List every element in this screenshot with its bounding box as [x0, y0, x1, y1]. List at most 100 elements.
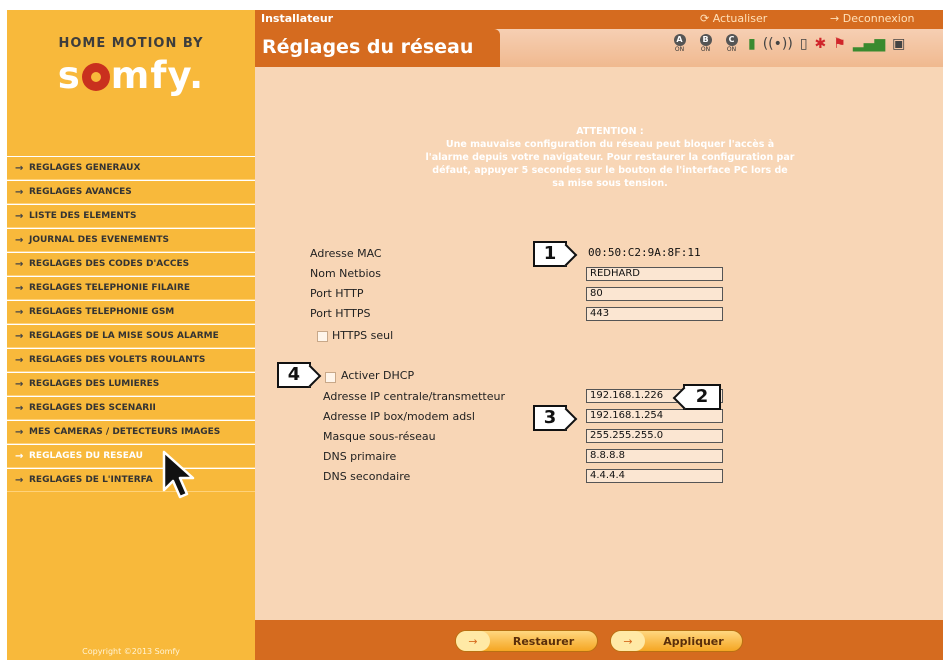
somfy-logo: s mfy. [57, 54, 205, 97]
sidebar-item-label: REGLAGES DES SCENARII [29, 403, 156, 413]
sidebar-item[interactable]: → REGLAGES DES VOLETS ROULANTS [7, 348, 255, 372]
main-content: ATTENTION : Une mauvaise configuration d… [255, 67, 943, 620]
refresh-icon: ⟳ [700, 12, 713, 25]
sidebar-item[interactable]: → REGLAGES TELEPHONIE GSM [7, 300, 255, 324]
callout-1: 1 [533, 241, 567, 267]
https-only-checkbox[interactable] [317, 331, 328, 342]
callout-4: 4 [277, 362, 311, 388]
mac-value: 00:50:C2:9A:8F:11 [588, 246, 701, 259]
sidebar-item[interactable]: → MES CAMERAS / DETECTEURS IMAGES [7, 420, 255, 444]
sidebar-item[interactable]: → REGLAGES DU RESEAU [7, 444, 255, 468]
apply-button[interactable]: → Appliquer [610, 630, 743, 652]
sidebar-item[interactable]: → REGLAGES TELEPHONIE FILAIRE [7, 276, 255, 300]
arrow-right-icon: → [15, 258, 24, 270]
dns-primary-label: DNS primaire [323, 450, 397, 463]
copyright-text: Copyright ©2013 Somfy [82, 647, 180, 656]
page-header: Réglages du réseau A ON B ON C ON ▮ ((•)) ▯… [255, 29, 943, 67]
ip-box-label: Adresse IP box/modem adsl [323, 410, 475, 423]
warning-title: ATTENTION : [576, 126, 644, 137]
sidebar-item[interactable]: → REGLAGES DES SCENARII [7, 396, 255, 420]
dns-secondary-field[interactable]: 4.4.4.4 [586, 469, 723, 483]
zone-a-state: ON [674, 46, 685, 53]
restore-button[interactable]: → Restaurer [455, 630, 598, 652]
dhcp-checkbox[interactable] [325, 372, 336, 383]
arrow-right-icon: → [15, 234, 24, 246]
callout-3: 3 [533, 405, 567, 431]
mouse-cursor-icon [162, 450, 195, 499]
arrow-right-icon: → [15, 330, 24, 342]
logout-label: Deconnexion [842, 12, 915, 25]
arrow-right-icon: → [15, 306, 24, 318]
sidebar-item[interactable]: → REGLAGES DES LUMIERES [7, 372, 255, 396]
warning-box: ATTENTION : Une mauvaise configuration d… [425, 125, 795, 190]
arrow-right-icon: → [830, 12, 843, 25]
sidebar-item-label: REGLAGES AVANCES [29, 187, 132, 197]
sidebar-item[interactable]: → REGLAGES AVANCES [7, 180, 255, 204]
sidebar-item[interactable]: → LISTE DES ELEMENTS [7, 204, 255, 228]
user-role: Installateur [261, 12, 334, 25]
dns-primary-field[interactable]: 8.8.8.8 [586, 449, 723, 463]
sidebar-item[interactable]: → REGLAGES GENERAUX [7, 156, 255, 180]
sidebar: HOME MOTION BY s mfy. → REGLAGES GENERAUX →… [7, 10, 255, 660]
sidebar-item-label: REGLAGES DE LA MISE SOUS ALARME [29, 331, 219, 341]
warning-text: Une mauvaise configuration du réseau peu… [425, 139, 795, 189]
sidebar-item-label: JOURNAL DES EVENEMENTS [29, 235, 170, 245]
zone-c-icon: C [725, 34, 738, 46]
netbios-field[interactable]: REDHARD [586, 267, 723, 281]
arrow-right-icon: → [611, 631, 645, 651]
page-title: Réglages du réseau [255, 29, 500, 67]
sidebar-item-label: REGLAGES DU RESEAU [29, 451, 143, 461]
https-port-field[interactable]: 443 [586, 307, 723, 321]
arrow-right-icon: → [15, 354, 24, 366]
https-only-label: HTTPS seul [332, 329, 394, 342]
sidebar-item[interactable]: → REGLAGES DES CODES D'ACCES [7, 252, 255, 276]
refresh-label: Actualiser [712, 12, 768, 25]
arrow-right-icon: → [15, 186, 24, 198]
zone-b-icon: B [699, 34, 712, 46]
sidebar-item-label: REGLAGES DES CODES D'ACCES [29, 259, 190, 269]
restore-label: Restaurer [512, 634, 575, 648]
https-port-label: Port HTTPS [310, 307, 371, 320]
dhcp-label: Activer DHCP [341, 369, 415, 382]
sidebar-item[interactable]: → REGLAGES DE LA MISE SOUS ALARME [7, 324, 255, 348]
sidebar-item-label: REGLAGES DE L'INTERFA [29, 475, 153, 485]
door-icon: ▯ [799, 35, 808, 52]
arrow-right-icon: → [15, 402, 24, 414]
sidebar-item-label: MES CAMERAS / DETECTEURS IMAGES [29, 427, 221, 437]
sidebar-item[interactable]: → JOURNAL DES EVENEMENTS [7, 228, 255, 252]
refresh-link[interactable]: ⟳ Actualiser [700, 12, 767, 25]
arrow-right-icon: → [15, 474, 24, 486]
mac-label: Adresse MAC [310, 247, 382, 260]
sidebar-item-label: LISTE DES ELEMENTS [29, 211, 137, 221]
sidebar-item-label: REGLAGES TELEPHONIE FILAIRE [29, 283, 191, 293]
logout-link[interactable]: → Deconnexion [830, 12, 915, 25]
top-bar: Installateur ⟳ Actualiser → Deconnexion [255, 10, 943, 29]
radio-signal-icon: ((•)) [762, 35, 793, 52]
zone-b-status: B ON [696, 34, 715, 53]
arrow-right-icon: → [15, 282, 24, 294]
sidebar-item[interactable]: → REGLAGES DE L'INTERFA [7, 468, 255, 492]
sidebar-menu: → REGLAGES GENERAUX → REGLAGES AVANCES → LIST… [7, 156, 255, 492]
netbios-label: Nom Netbios [310, 267, 381, 280]
zone-a-status: A ON [670, 34, 689, 53]
subnet-mask-label: Masque sous-réseau [323, 430, 436, 443]
ip-central-label: Adresse IP centrale/transmetteur [323, 390, 506, 403]
http-port-field[interactable]: 80 [586, 287, 723, 301]
ip-box-field[interactable]: 192.168.1.254 [586, 409, 723, 423]
phone-icon: ▣ [892, 35, 906, 52]
arrow-right-icon: → [15, 450, 24, 462]
intrusion-icon: ✱ [814, 35, 827, 52]
arrow-right-icon: → [15, 210, 24, 222]
sidebar-item-label: REGLAGES GENERAUX [29, 163, 141, 173]
zone-a-icon: A [673, 34, 686, 46]
zone-c-status: C ON [722, 34, 741, 53]
arrow-right-icon: → [15, 426, 24, 438]
battery-icon: ▮ [748, 35, 756, 52]
http-port-label: Port HTTP [310, 287, 364, 300]
sidebar-item-label: REGLAGES DES VOLETS ROULANTS [29, 355, 206, 365]
zone-c-state: ON [726, 46, 737, 53]
arrow-right-icon: → [456, 631, 490, 651]
apply-label: Appliquer [663, 634, 724, 648]
dns-secondary-label: DNS secondaire [323, 470, 411, 483]
subnet-mask-field[interactable]: 255.255.255.0 [586, 429, 723, 443]
